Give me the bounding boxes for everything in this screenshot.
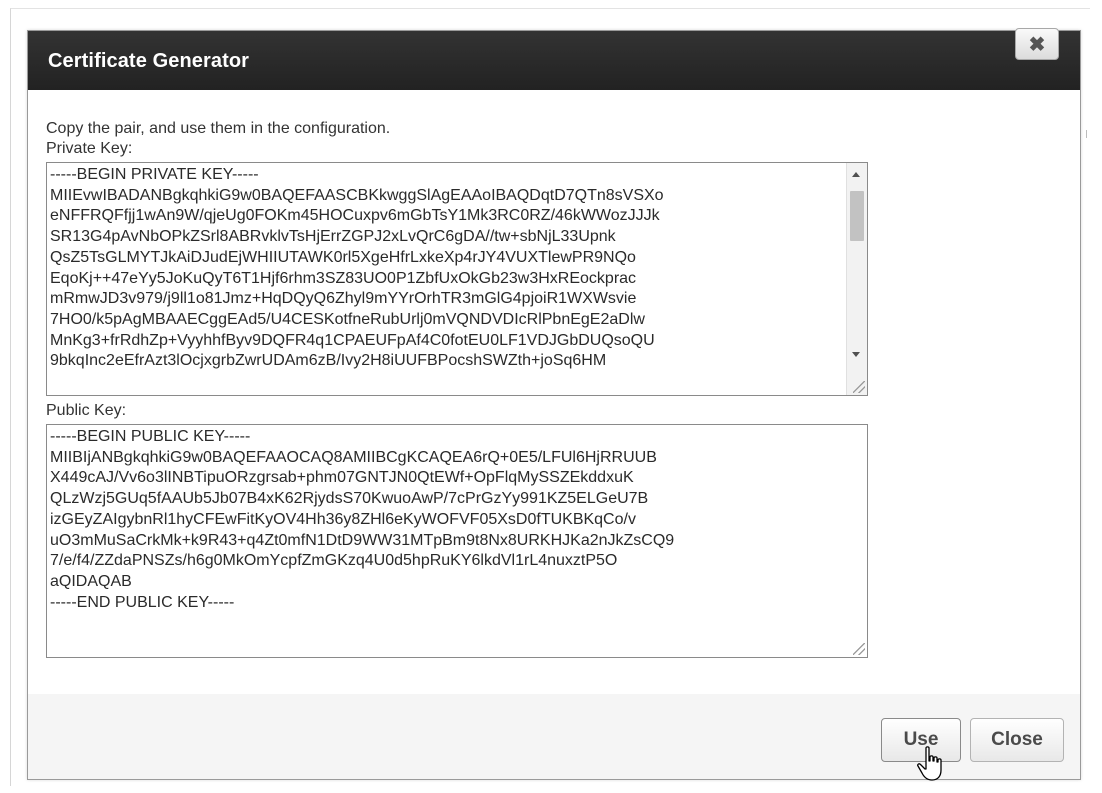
page: Certificate Generator ✖ Copy the pair, a… bbox=[0, 0, 1102, 793]
dialog-footer: Use Close bbox=[28, 694, 1080, 781]
certificate-generator-dialog: Certificate Generator ✖ Copy the pair, a… bbox=[27, 28, 1081, 781]
private-key-label: Private Key: bbox=[46, 140, 133, 157]
dialog-titlebar[interactable]: Certificate Generator bbox=[28, 31, 1080, 90]
private-key-scrollbar[interactable] bbox=[846, 163, 867, 395]
close-x-icon[interactable]: ✖ bbox=[1015, 28, 1059, 60]
dialog-title: Certificate Generator bbox=[48, 50, 250, 72]
resize-grip-icon[interactable] bbox=[853, 381, 865, 393]
close-button[interactable]: Close bbox=[970, 718, 1064, 762]
background-page-edge bbox=[1086, 130, 1087, 138]
resize-grip-icon[interactable] bbox=[853, 643, 865, 655]
scroll-thumb[interactable] bbox=[850, 191, 864, 241]
scroll-up-arrow-icon[interactable] bbox=[852, 172, 860, 177]
private-key-textarea[interactable]: -----BEGIN PRIVATE KEY----- MIIEvwIBADAN… bbox=[46, 162, 868, 396]
hand-pointer-cursor-icon bbox=[917, 746, 942, 781]
instruction-text: Copy the pair, and use them in the confi… bbox=[46, 120, 391, 137]
dialog-content: Copy the pair, and use them in the confi… bbox=[28, 90, 1080, 694]
public-key-textarea[interactable]: -----BEGIN PUBLIC KEY----- MIIBIjANBgkqh… bbox=[46, 424, 868, 658]
scroll-down-arrow-icon[interactable] bbox=[852, 352, 860, 357]
private-key-text[interactable]: -----BEGIN PRIVATE KEY----- MIIEvwIBADAN… bbox=[50, 165, 840, 372]
public-key-label: Public Key: bbox=[46, 402, 127, 419]
public-key-text[interactable]: -----BEGIN PUBLIC KEY----- MIIBIjANBgkqh… bbox=[50, 427, 840, 613]
